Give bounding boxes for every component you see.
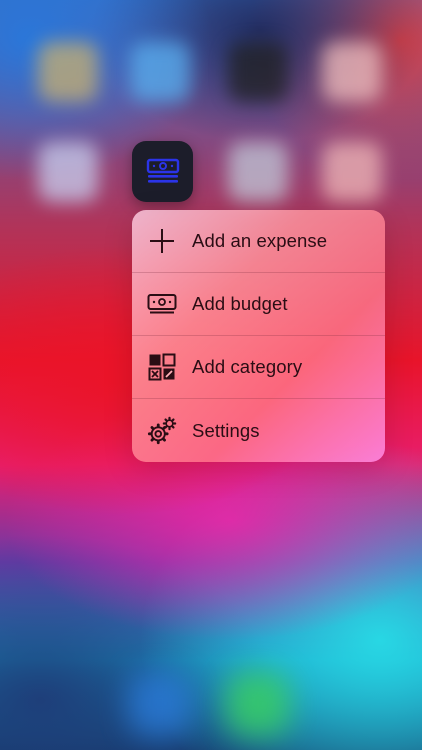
plus-icon [147, 226, 177, 256]
blurred-app-icon [38, 42, 98, 102]
quick-actions-menu: Add an expense Add budget Add category S… [132, 210, 385, 462]
blurred-app-icon [130, 42, 190, 102]
category-grid-icon [147, 352, 177, 382]
blurred-dock-icon [128, 672, 192, 736]
quick-action-label: Settings [192, 419, 260, 441]
quick-action-label: Add budget [192, 293, 288, 314]
quick-action-settings[interactable]: Settings [132, 399, 385, 462]
blurred-app-icon [322, 42, 382, 102]
app-icon-money-stack[interactable] [132, 141, 193, 202]
blurred-app-icon [38, 142, 98, 202]
gears-icon [147, 416, 177, 446]
blurred-dock-icon [226, 672, 290, 736]
money-stack-icon [146, 158, 179, 183]
banknote-icon [147, 289, 177, 319]
blurred-app-icon [228, 142, 288, 202]
quick-action-label: Add an expense [192, 230, 328, 251]
quick-action-add-expense[interactable]: Add an expense [132, 210, 385, 273]
quick-action-add-category[interactable]: Add category [132, 336, 385, 399]
quick-action-label: Add category [192, 356, 303, 377]
blurred-app-icon [228, 42, 288, 102]
blurred-app-icon [322, 142, 382, 202]
quick-action-add-budget[interactable]: Add budget [132, 273, 385, 336]
